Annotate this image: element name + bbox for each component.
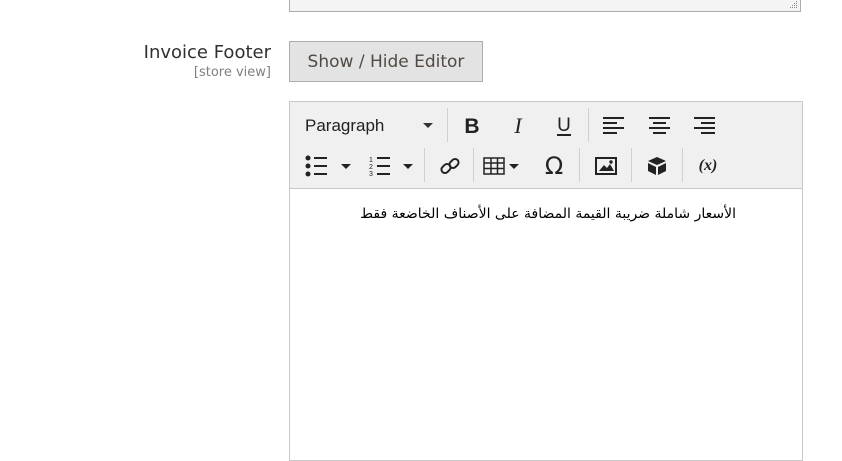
toolbar-separator: [447, 108, 448, 142]
bold-icon: B: [464, 116, 479, 136]
svg-text:I: I: [513, 116, 523, 136]
bullet-list-button[interactable]: [304, 152, 358, 180]
insert-widget-button[interactable]: [643, 152, 671, 180]
insert-variable-icon: (x): [698, 157, 718, 174]
italic-button[interactable]: I: [504, 112, 532, 140]
toolbar-separator: [473, 148, 474, 182]
numbered-list-button[interactable]: 1 2 3: [368, 152, 420, 180]
special-character-icon: Ω: [544, 152, 564, 180]
toolbar-separator: [682, 148, 683, 182]
underline-icon: U: [557, 115, 571, 136]
resize-grip-icon[interactable]: [788, 1, 798, 9]
align-right-icon: [694, 117, 715, 134]
bullet-list-icon: [305, 155, 351, 177]
align-right-button[interactable]: [691, 112, 719, 140]
align-center-icon: [649, 117, 670, 134]
insert-image-button[interactable]: [592, 152, 620, 180]
underline-button[interactable]: U: [550, 112, 578, 140]
format-select[interactable]: Paragraph: [296, 110, 441, 140]
bold-button[interactable]: B: [458, 112, 486, 140]
editor-paragraph: الأسعار شاملة ضريبة القيمة المضافة على ا…: [360, 206, 736, 222]
align-center-button[interactable]: [646, 112, 674, 140]
italic-icon: I: [513, 116, 523, 136]
insert-variable-button[interactable]: (x): [693, 152, 723, 180]
editor-toolbar: Paragraph B I U 1 2 3 Ω (x): [290, 102, 802, 189]
svg-text:2: 2: [369, 164, 373, 171]
toolbar-separator: [424, 148, 425, 182]
previous-textarea[interactable]: [289, 0, 801, 12]
scope-label: [store view]: [193, 65, 271, 80]
insert-image-icon: [595, 157, 617, 175]
editor-content[interactable]: الأسعار شاملة ضريبة القيمة المضافة على ا…: [290, 188, 802, 460]
table-icon: [483, 157, 519, 175]
chevron-down-icon: [423, 123, 433, 128]
show-hide-editor-button[interactable]: Show / Hide Editor: [289, 41, 483, 82]
format-select-value: Paragraph: [305, 116, 385, 135]
svg-text:1: 1: [369, 157, 373, 164]
toolbar-separator: [631, 148, 632, 182]
toolbar-separator: [579, 148, 580, 182]
svg-text:B: B: [464, 116, 479, 136]
special-character-button[interactable]: Ω: [540, 152, 568, 180]
table-button[interactable]: [482, 152, 522, 180]
insert-widget-icon: [648, 157, 666, 175]
numbered-list-icon: 1 2 3: [369, 157, 413, 177]
field-label-block: Invoice Footer [store view]: [144, 42, 271, 80]
align-left-icon: [603, 117, 624, 134]
field-label: Invoice Footer: [143, 42, 271, 63]
toolbar-separator: [588, 108, 589, 142]
svg-text:U: U: [557, 115, 571, 136]
link-button[interactable]: [436, 152, 464, 180]
wysiwyg-editor: Paragraph B I U 1 2 3 Ω (x) الأسعار شامل…: [289, 101, 803, 461]
svg-text:3: 3: [369, 171, 373, 177]
align-left-button[interactable]: [600, 112, 628, 140]
link-icon: [440, 157, 460, 175]
